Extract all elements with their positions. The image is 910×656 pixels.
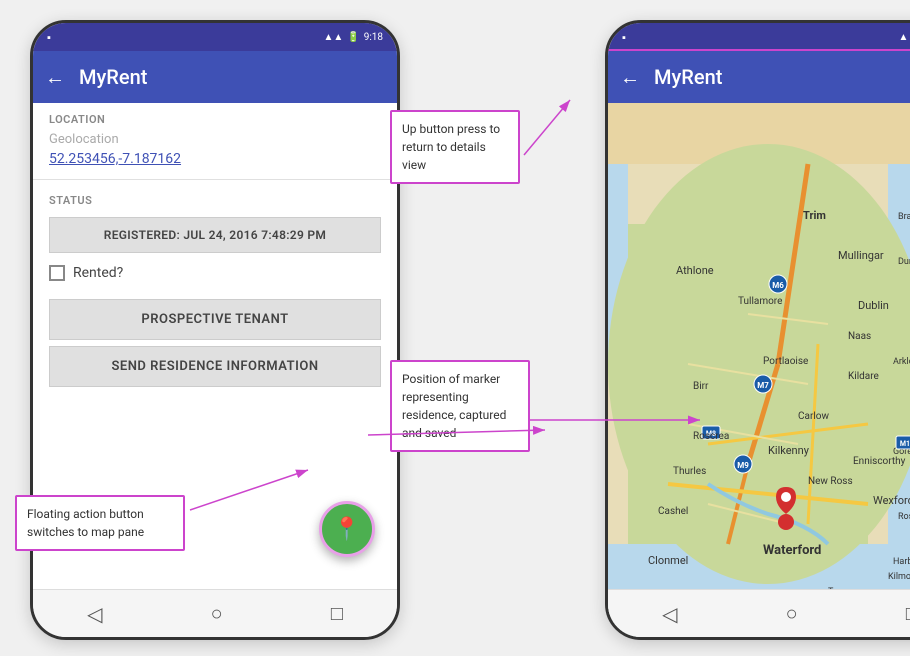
svg-text:Athlone: Athlone bbox=[676, 264, 714, 277]
app-bar-left: ← MyRent bbox=[33, 51, 397, 103]
fab-button[interactable]: 📍 bbox=[319, 501, 375, 557]
back-button-left[interactable]: ← bbox=[45, 65, 65, 90]
svg-text:New Ross: New Ross bbox=[808, 476, 853, 487]
signal-icon: ▲▲ bbox=[323, 32, 343, 43]
svg-text:Naas: Naas bbox=[848, 331, 871, 342]
status-icons-right: ▲▲ 🔋 9:19 bbox=[898, 32, 910, 43]
rented-label: Rented? bbox=[73, 265, 123, 281]
send-residence-button[interactable]: SEND RESIDENCE INFORMATION bbox=[49, 346, 381, 387]
prospective-tenant-button[interactable]: PROSPECTIVE TENANT bbox=[49, 299, 381, 340]
status-icons-left: ▲▲ 🔋 9:18 bbox=[323, 32, 383, 43]
fab-container: 📍 bbox=[319, 501, 375, 557]
svg-text:M6: M6 bbox=[772, 281, 784, 290]
map-svg: M6 M7 M9 M8 Trim Athlone Tullamore Mulli… bbox=[608, 103, 910, 640]
svg-text:Dundrum: Dundrum bbox=[898, 257, 910, 267]
svg-text:M9: M9 bbox=[737, 461, 749, 470]
svg-text:Mullingar: Mullingar bbox=[838, 249, 884, 262]
rented-row: Rented? bbox=[49, 259, 381, 287]
svg-text:Kildare: Kildare bbox=[848, 371, 879, 382]
svg-text:Harbour: Harbour bbox=[893, 557, 910, 567]
phone-icon-right: ▪ bbox=[622, 31, 626, 44]
scene: ▪ ▲▲ 🔋 9:18 ← MyRent LOCATION Geolocatio… bbox=[0, 0, 910, 656]
up-btn-annotation: Up button press to return to details vie… bbox=[390, 110, 520, 184]
appbar-highlight bbox=[606, 49, 910, 105]
rented-checkbox[interactable] bbox=[49, 265, 65, 281]
svg-text:Portlaoise: Portlaoise bbox=[763, 356, 808, 367]
app-title-right: MyRent bbox=[654, 65, 722, 89]
svg-text:Roscrea: Roscrea bbox=[693, 431, 729, 442]
geo-placeholder: Geolocation bbox=[33, 128, 397, 149]
home-nav-btn-left[interactable]: ○ bbox=[211, 601, 223, 626]
svg-text:Trim: Trim bbox=[803, 209, 826, 222]
divider-1 bbox=[33, 179, 397, 180]
status-label: STATUS bbox=[49, 190, 381, 211]
bottom-nav-right: ◁ ○ □ bbox=[608, 589, 910, 637]
svg-text:Enniscorthy: Enniscorthy bbox=[853, 456, 906, 467]
home-nav-btn-right[interactable]: ○ bbox=[786, 601, 798, 626]
status-bar-left: ▪ ▲▲ 🔋 9:18 bbox=[33, 23, 397, 51]
marker-annotation: Position of marker representing residenc… bbox=[390, 360, 530, 452]
bottom-nav-left: ◁ ○ □ bbox=[33, 589, 397, 637]
recents-nav-btn-left[interactable]: □ bbox=[331, 601, 343, 626]
svg-text:Birr: Birr bbox=[693, 381, 709, 392]
registered-badge: REGISTERED: JUL 24, 2016 7:48:29 PM bbox=[49, 217, 381, 253]
app-title-left: MyRent bbox=[79, 65, 147, 89]
svg-text:Cashel: Cashel bbox=[658, 506, 688, 517]
time-left: 9:18 bbox=[364, 32, 383, 43]
status-section: STATUS REGISTERED: JUL 24, 2016 7:48:29 … bbox=[33, 184, 397, 293]
back-button-right[interactable]: ← bbox=[620, 65, 640, 90]
svg-text:Clonmel: Clonmel bbox=[648, 554, 688, 567]
signal-icon-right: ▲▲ bbox=[898, 32, 910, 43]
app-bar-right: ← MyRent bbox=[608, 51, 910, 103]
phone-right: ▪ ▲▲ 🔋 9:19 ← MyRent bbox=[605, 20, 910, 640]
location-label: LOCATION bbox=[33, 103, 397, 128]
svg-text:Waterford: Waterford bbox=[763, 543, 821, 558]
battery-icon: 🔋 bbox=[347, 32, 359, 43]
location-pin-icon: 📍 bbox=[333, 517, 360, 542]
svg-text:Kilkenny: Kilkenny bbox=[768, 444, 810, 457]
svg-text:Kilmore Quay: Kilmore Quay bbox=[888, 572, 910, 582]
back-nav-btn-right[interactable]: ◁ bbox=[662, 602, 677, 626]
svg-text:M11: M11 bbox=[900, 440, 910, 448]
svg-text:Wexford: Wexford bbox=[873, 494, 910, 507]
fab-annotation: Floating action button switches to map p… bbox=[15, 495, 185, 551]
geo-value[interactable]: 52.253456,-7.187162 bbox=[33, 149, 397, 175]
svg-text:Rosslare: Rosslare bbox=[898, 512, 910, 522]
svg-text:Arklow: Arklow bbox=[893, 357, 910, 367]
svg-text:M7: M7 bbox=[757, 381, 769, 390]
svg-text:Tullamore: Tullamore bbox=[738, 296, 782, 307]
phone-icon-left: ▪ bbox=[47, 31, 51, 44]
svg-text:Bray: Bray bbox=[898, 212, 910, 222]
status-bar-right: ▪ ▲▲ 🔋 9:19 bbox=[608, 23, 910, 51]
svg-text:Dublin: Dublin bbox=[858, 299, 889, 312]
svg-text:Carlow: Carlow bbox=[798, 411, 829, 422]
recents-nav-btn-right[interactable]: □ bbox=[906, 601, 910, 626]
svg-text:Thurles: Thurles bbox=[673, 466, 706, 477]
map-view[interactable]: M6 M7 M9 M8 Trim Athlone Tullamore Mulli… bbox=[608, 103, 910, 640]
back-nav-btn-left[interactable]: ◁ bbox=[87, 602, 102, 626]
